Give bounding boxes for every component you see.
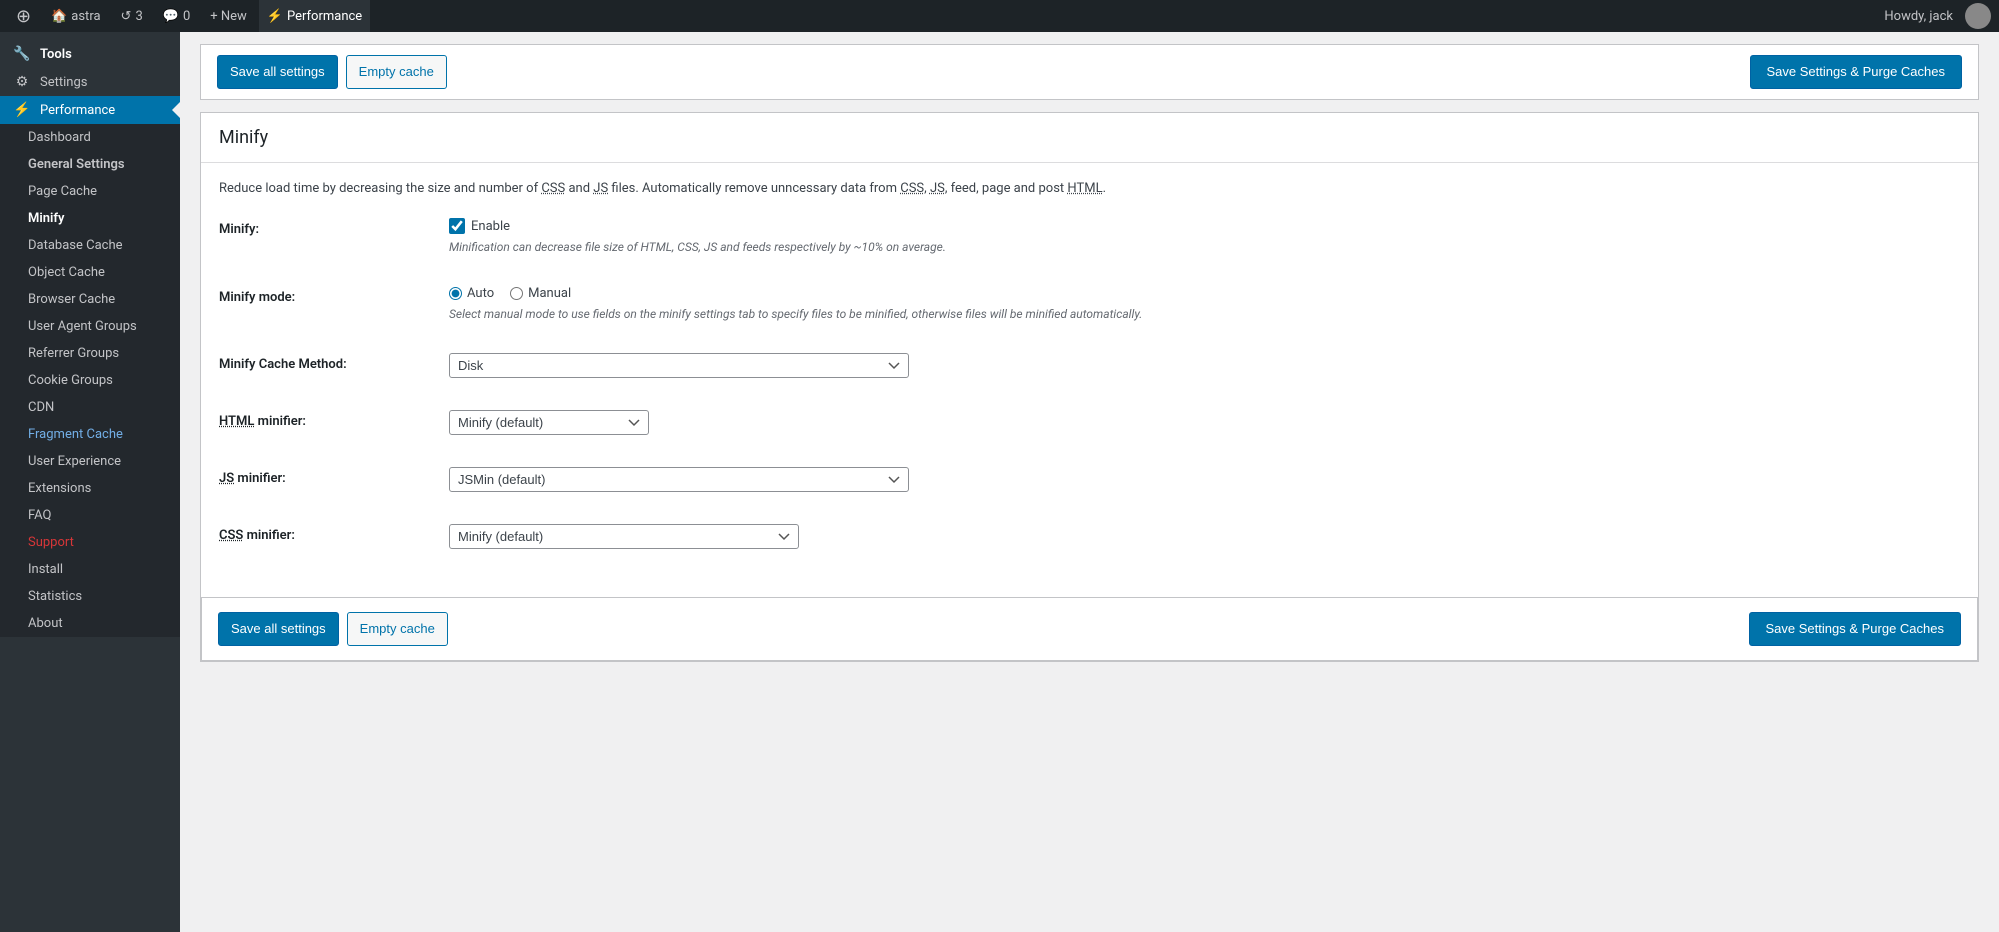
minify-card-header: Minify: [201, 113, 1978, 163]
minify-mode-row: Minify mode: Auto Manual: [219, 286, 1960, 329]
enable-checkbox-row: Enable: [449, 218, 1960, 234]
sidebar-item-page-cache[interactable]: Page Cache: [0, 178, 180, 205]
manual-radio-option: Manual: [510, 286, 571, 301]
top-save-settings-purge-button[interactable]: Save Settings & Purge Caches: [1750, 55, 1963, 89]
sidebar-settings[interactable]: ⚙ Settings: [0, 68, 180, 96]
sidebar-tools[interactable]: 🔧 Tools: [0, 40, 180, 68]
top-empty-cache-button[interactable]: Empty cache: [346, 55, 447, 89]
bottom-action-bar: Save all settings Empty cache Save Setti…: [201, 597, 1978, 661]
js-abbr: JS: [593, 181, 608, 196]
html-abbr-label: HTML: [219, 414, 254, 429]
minify-field: Enable Minification can decrease file si…: [449, 218, 1960, 254]
top-action-bar: Save all settings Empty cache Save Setti…: [200, 44, 1979, 100]
html-abbr: HTML: [1067, 181, 1102, 196]
mode-note: Select manual mode to use fields on the …: [449, 307, 1960, 321]
sidebar-item-faq[interactable]: FAQ: [0, 502, 180, 529]
submenu: Dashboard General Settings Page Cache Mi…: [0, 124, 180, 637]
minify-enable-checkbox[interactable]: [449, 218, 465, 234]
js-minifier-row: JS minifier: JSMin (default) Minify Clos…: [219, 467, 1960, 500]
sidebar-item-database-cache[interactable]: Database Cache: [0, 232, 180, 259]
auto-radio[interactable]: [449, 287, 462, 300]
bottom-empty-cache-button[interactable]: Empty cache: [347, 612, 448, 646]
bottom-save-settings-purge-button[interactable]: Save Settings & Purge Caches: [1749, 612, 1962, 646]
css-minifier-field: Minify (default) YUI Compressor Csstidy: [449, 524, 1960, 549]
minify-enable-row: Minify: Enable Minification can decrease…: [219, 218, 1960, 262]
avatar: [1965, 3, 1991, 29]
sidebar-item-cdn[interactable]: CDN: [0, 394, 180, 421]
minify-title: Minify: [219, 127, 1960, 148]
css-minifier-label: CSS minifier:: [219, 524, 449, 543]
html-minifier-field: Minify (default) HTML Tidy: [449, 410, 1960, 435]
css-abbr-label: CSS: [219, 528, 243, 543]
sidebar-item-object-cache[interactable]: Object Cache: [0, 259, 180, 286]
comments-icon: 💬: [163, 9, 179, 24]
css-abbr2: CSS: [900, 181, 924, 196]
settings-icon: ⚙: [12, 74, 32, 90]
minify-mode-field: Auto Manual Select manual mode to use fi…: [449, 286, 1960, 321]
enable-label: Enable: [471, 219, 510, 234]
top-action-bar-left: Save all settings Empty cache: [217, 55, 447, 89]
revisions[interactable]: ↺ 3: [113, 0, 151, 32]
js-minifier-field: JSMin (default) Minify Closure Compiler …: [449, 467, 1960, 492]
comments[interactable]: 💬 0: [155, 0, 199, 32]
minify-card: Minify Reduce load time by decreasing th…: [200, 112, 1979, 662]
cache-method-select[interactable]: Disk Opcode APC eAccelerator XCache Redi…: [449, 353, 909, 378]
manual-radio[interactable]: [510, 287, 523, 300]
sidebar-item-install[interactable]: Install: [0, 556, 180, 583]
main-content: Save all settings Empty cache Save Setti…: [180, 32, 1999, 932]
js-minifier-select[interactable]: JSMin (default) Minify Closure Compiler …: [449, 467, 909, 492]
sidebar-item-browser-cache[interactable]: Browser Cache: [0, 286, 180, 313]
sidebar-performance[interactable]: ⚡ Performance: [0, 96, 180, 124]
minify-description: Reduce load time by decreasing the size …: [219, 179, 1960, 199]
wp-logo[interactable]: ⊕: [8, 0, 39, 32]
minify-mode-label: Minify mode:: [219, 286, 449, 305]
minify-cache-method-label: Minify Cache Method:: [219, 353, 449, 372]
js-minifier-label: JS minifier:: [219, 467, 449, 486]
sidebar-item-referrer-groups[interactable]: Referrer Groups: [0, 340, 180, 367]
manual-label: Manual: [528, 286, 571, 301]
html-minifier-label: HTML minifier:: [219, 410, 449, 429]
sidebar-item-user-agent-groups[interactable]: User Agent Groups: [0, 313, 180, 340]
sidebar-item-user-experience[interactable]: User Experience: [0, 448, 180, 475]
minify-label: Minify:: [219, 218, 449, 237]
css-abbr: CSS: [541, 181, 565, 196]
new-button[interactable]: + New: [202, 0, 255, 32]
minify-card-body: Reduce load time by decreasing the size …: [201, 163, 1978, 598]
howdy-text: Howdy, jack: [1876, 9, 1961, 24]
html-minifier-row: HTML minifier: Minify (default) HTML Tid…: [219, 410, 1960, 443]
performance-nav[interactable]: ⚡ Performance: [259, 0, 370, 32]
minify-cache-method-field: Disk Opcode APC eAccelerator XCache Redi…: [449, 353, 1960, 378]
css-minifier-select[interactable]: Minify (default) YUI Compressor Csstidy: [449, 524, 799, 549]
enable-note: Minification can decrease file size of H…: [449, 240, 1960, 254]
css-minifier-row: CSS minifier: Minify (default) YUI Compr…: [219, 524, 1960, 557]
bottom-action-bar-left: Save all settings Empty cache: [218, 612, 448, 646]
js-abbr2: JS: [930, 181, 945, 196]
sidebar-item-about[interactable]: About: [0, 610, 180, 637]
sidebar-item-general-settings[interactable]: General Settings: [0, 151, 180, 178]
sidebar-item-extensions[interactable]: Extensions: [0, 475, 180, 502]
revisions-icon: ↺: [121, 9, 132, 24]
js-abbr-label: JS: [219, 471, 234, 486]
sidebar: 🔧 Tools ⚙ Settings ⚡ Performance Dashboa…: [0, 32, 180, 932]
minify-cache-method-row: Minify Cache Method: Disk Opcode APC eAc…: [219, 353, 1960, 386]
site-name[interactable]: 🏠 astra: [43, 0, 108, 32]
tools-icon: 🔧: [12, 46, 32, 62]
performance-icon: ⚡: [267, 9, 283, 24]
html-minifier-select[interactable]: Minify (default) HTML Tidy: [449, 410, 649, 435]
performance-sidebar-icon: ⚡: [12, 102, 32, 118]
sidebar-item-support[interactable]: Support: [0, 529, 180, 556]
top-save-all-settings-button[interactable]: Save all settings: [217, 55, 338, 89]
auto-label: Auto: [467, 286, 494, 301]
admin-bar: ⊕ 🏠 astra ↺ 3 💬 0 + New ⚡ Performance Ho…: [0, 0, 1999, 32]
minify-mode-radio-row: Auto Manual: [449, 286, 1960, 301]
sidebar-item-minify[interactable]: Minify: [0, 205, 180, 232]
home-icon: 🏠: [51, 9, 67, 24]
bottom-save-all-settings-button[interactable]: Save all settings: [218, 612, 339, 646]
auto-radio-option: Auto: [449, 286, 494, 301]
sidebar-item-fragment-cache[interactable]: Fragment Cache: [0, 421, 180, 448]
sidebar-item-cookie-groups[interactable]: Cookie Groups: [0, 367, 180, 394]
sidebar-item-dashboard[interactable]: Dashboard: [0, 124, 180, 151]
sidebar-item-statistics[interactable]: Statistics: [0, 583, 180, 610]
